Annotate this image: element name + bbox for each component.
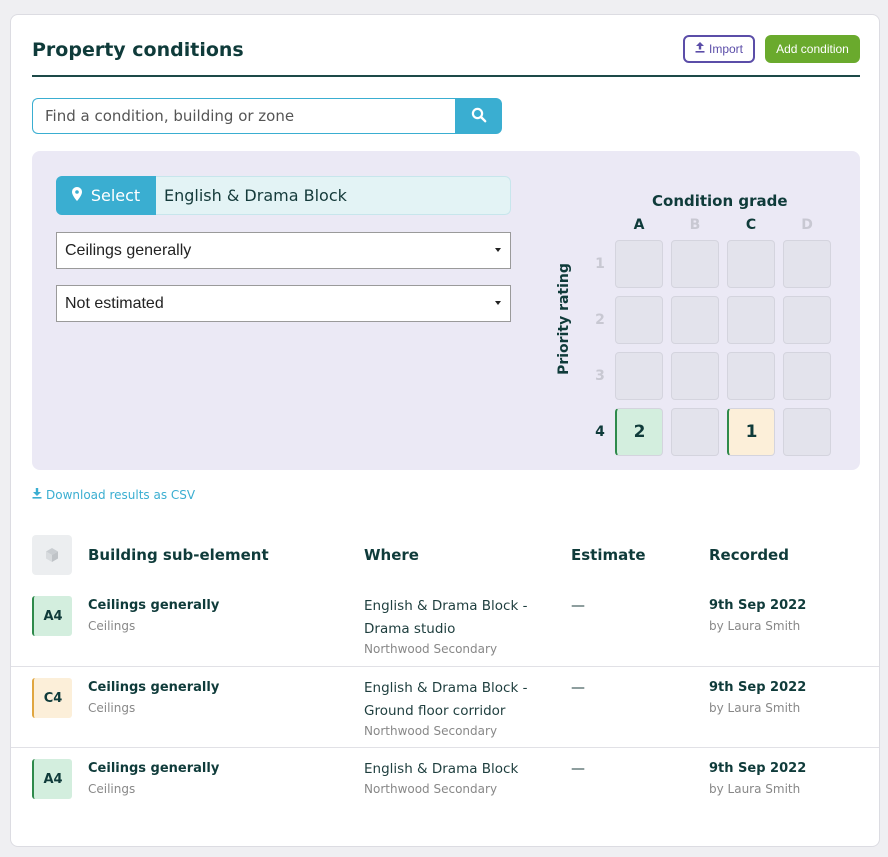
map-pin-icon [71, 186, 82, 205]
estimate-value: — [571, 761, 585, 777]
row-divider [11, 747, 879, 748]
where-zone: Drama studio [364, 621, 456, 637]
sub-element-category: Ceilings [88, 782, 136, 796]
recorded-date: 9th Sep 2022 [709, 598, 807, 613]
matrix-cell-a4[interactable]: 2 [615, 408, 663, 456]
sub-element-value: Ceilings generally [65, 241, 192, 259]
column-header-where[interactable]: Where [364, 546, 419, 564]
where-location: English & Drama Block - [364, 598, 528, 614]
import-button[interactable]: Import [683, 35, 755, 63]
search-button[interactable] [455, 98, 502, 134]
priority-row-2: 2 [595, 312, 605, 328]
cube-icon [32, 535, 72, 575]
where-location: English & Drama Block [364, 761, 519, 777]
grade-column-a: A [633, 217, 645, 233]
grade-badge: A4 [32, 596, 72, 636]
add-condition-button[interactable]: Add condition [765, 35, 860, 63]
matrix-cell-c2[interactable] [727, 296, 775, 344]
priority-row-3: 3 [595, 368, 605, 384]
grade-column-c: C [745, 217, 757, 233]
matrix-cell-d3[interactable] [783, 352, 831, 400]
matrix-cell-a2[interactable] [615, 296, 663, 344]
priority-axis-text: Priority rating [556, 263, 572, 375]
sub-element-category: Ceilings [88, 701, 136, 715]
caret-down-icon [495, 248, 501, 252]
page-title: Property conditions [32, 39, 244, 61]
grade-column-d: D [801, 217, 813, 233]
select-label: Select [90, 186, 141, 205]
sub-element-select[interactable]: Ceilings generally [56, 232, 511, 269]
recorded-by: by Laura Smith [709, 782, 801, 796]
select-location-button[interactable]: Select [56, 176, 156, 215]
recorded-by: by Laura Smith [709, 701, 801, 715]
column-header-estimate[interactable]: Estimate [571, 546, 646, 564]
estimate-value: — [571, 598, 585, 614]
recorded-date: 9th Sep 2022 [709, 680, 807, 695]
where-site: Northwood Secondary [364, 782, 498, 796]
upload-icon [695, 42, 705, 56]
search-input[interactable] [32, 98, 455, 134]
property-conditions-card: Property conditions Import Add condition… [10, 14, 880, 847]
matrix-cell-b4[interactable] [671, 408, 719, 456]
header-divider [32, 75, 860, 77]
priority-row-1: 1 [595, 256, 605, 272]
matrix-cell-c4[interactable]: 1 [727, 408, 775, 456]
where-zone: Ground floor corridor [364, 703, 506, 719]
estimate-value: Not estimated [65, 294, 164, 312]
matrix-title: Condition grade [652, 192, 788, 210]
recorded-by: by Laura Smith [709, 619, 801, 633]
grade-badge: C4 [32, 678, 72, 718]
matrix-cell-a1[interactable] [615, 240, 663, 288]
sub-element-category: Ceilings [88, 619, 136, 633]
matrix-cell-d4[interactable] [783, 408, 831, 456]
matrix-cell-d1[interactable] [783, 240, 831, 288]
matrix-cell-b2[interactable] [671, 296, 719, 344]
matrix-cell-d2[interactable] [783, 296, 831, 344]
download-icon [32, 488, 42, 502]
caret-down-icon [495, 301, 501, 305]
priority-row-4: 4 [595, 424, 605, 440]
where-location: English & Drama Block - [364, 680, 528, 696]
sub-element-title: Ceilings generally [88, 598, 220, 613]
location-picker: Select English & Drama Block [56, 176, 511, 215]
matrix-cell-a3[interactable] [615, 352, 663, 400]
selected-location: English & Drama Block [164, 186, 347, 205]
where-site: Northwood Secondary [364, 642, 498, 656]
grade-badge: A4 [32, 759, 72, 799]
import-label: Import [708, 42, 743, 56]
matrix-cell-c1[interactable] [727, 240, 775, 288]
filter-panel: Select English & Drama Block Ceilings ge… [32, 151, 860, 470]
download-label: Download results as CSV [46, 488, 196, 502]
matrix-cell-c3[interactable] [727, 352, 775, 400]
estimate-select[interactable]: Not estimated [56, 285, 511, 322]
sub-element-title: Ceilings generally [88, 680, 220, 695]
matrix-cell-b3[interactable] [671, 352, 719, 400]
estimate-value: — [571, 680, 585, 696]
search-bar [32, 98, 502, 134]
row-divider [11, 666, 879, 667]
column-header-sub-element[interactable]: Building sub-element [88, 546, 269, 564]
column-header-recorded[interactable]: Recorded [709, 546, 789, 564]
search-icon [471, 107, 487, 126]
download-csv-link[interactable]: Download results as CSV [32, 488, 195, 502]
grade-column-b: B [689, 217, 701, 233]
sub-element-title: Ceilings generally [88, 761, 220, 776]
matrix-cell-b1[interactable] [671, 240, 719, 288]
recorded-date: 9th Sep 2022 [709, 761, 807, 776]
where-site: Northwood Secondary [364, 724, 498, 738]
